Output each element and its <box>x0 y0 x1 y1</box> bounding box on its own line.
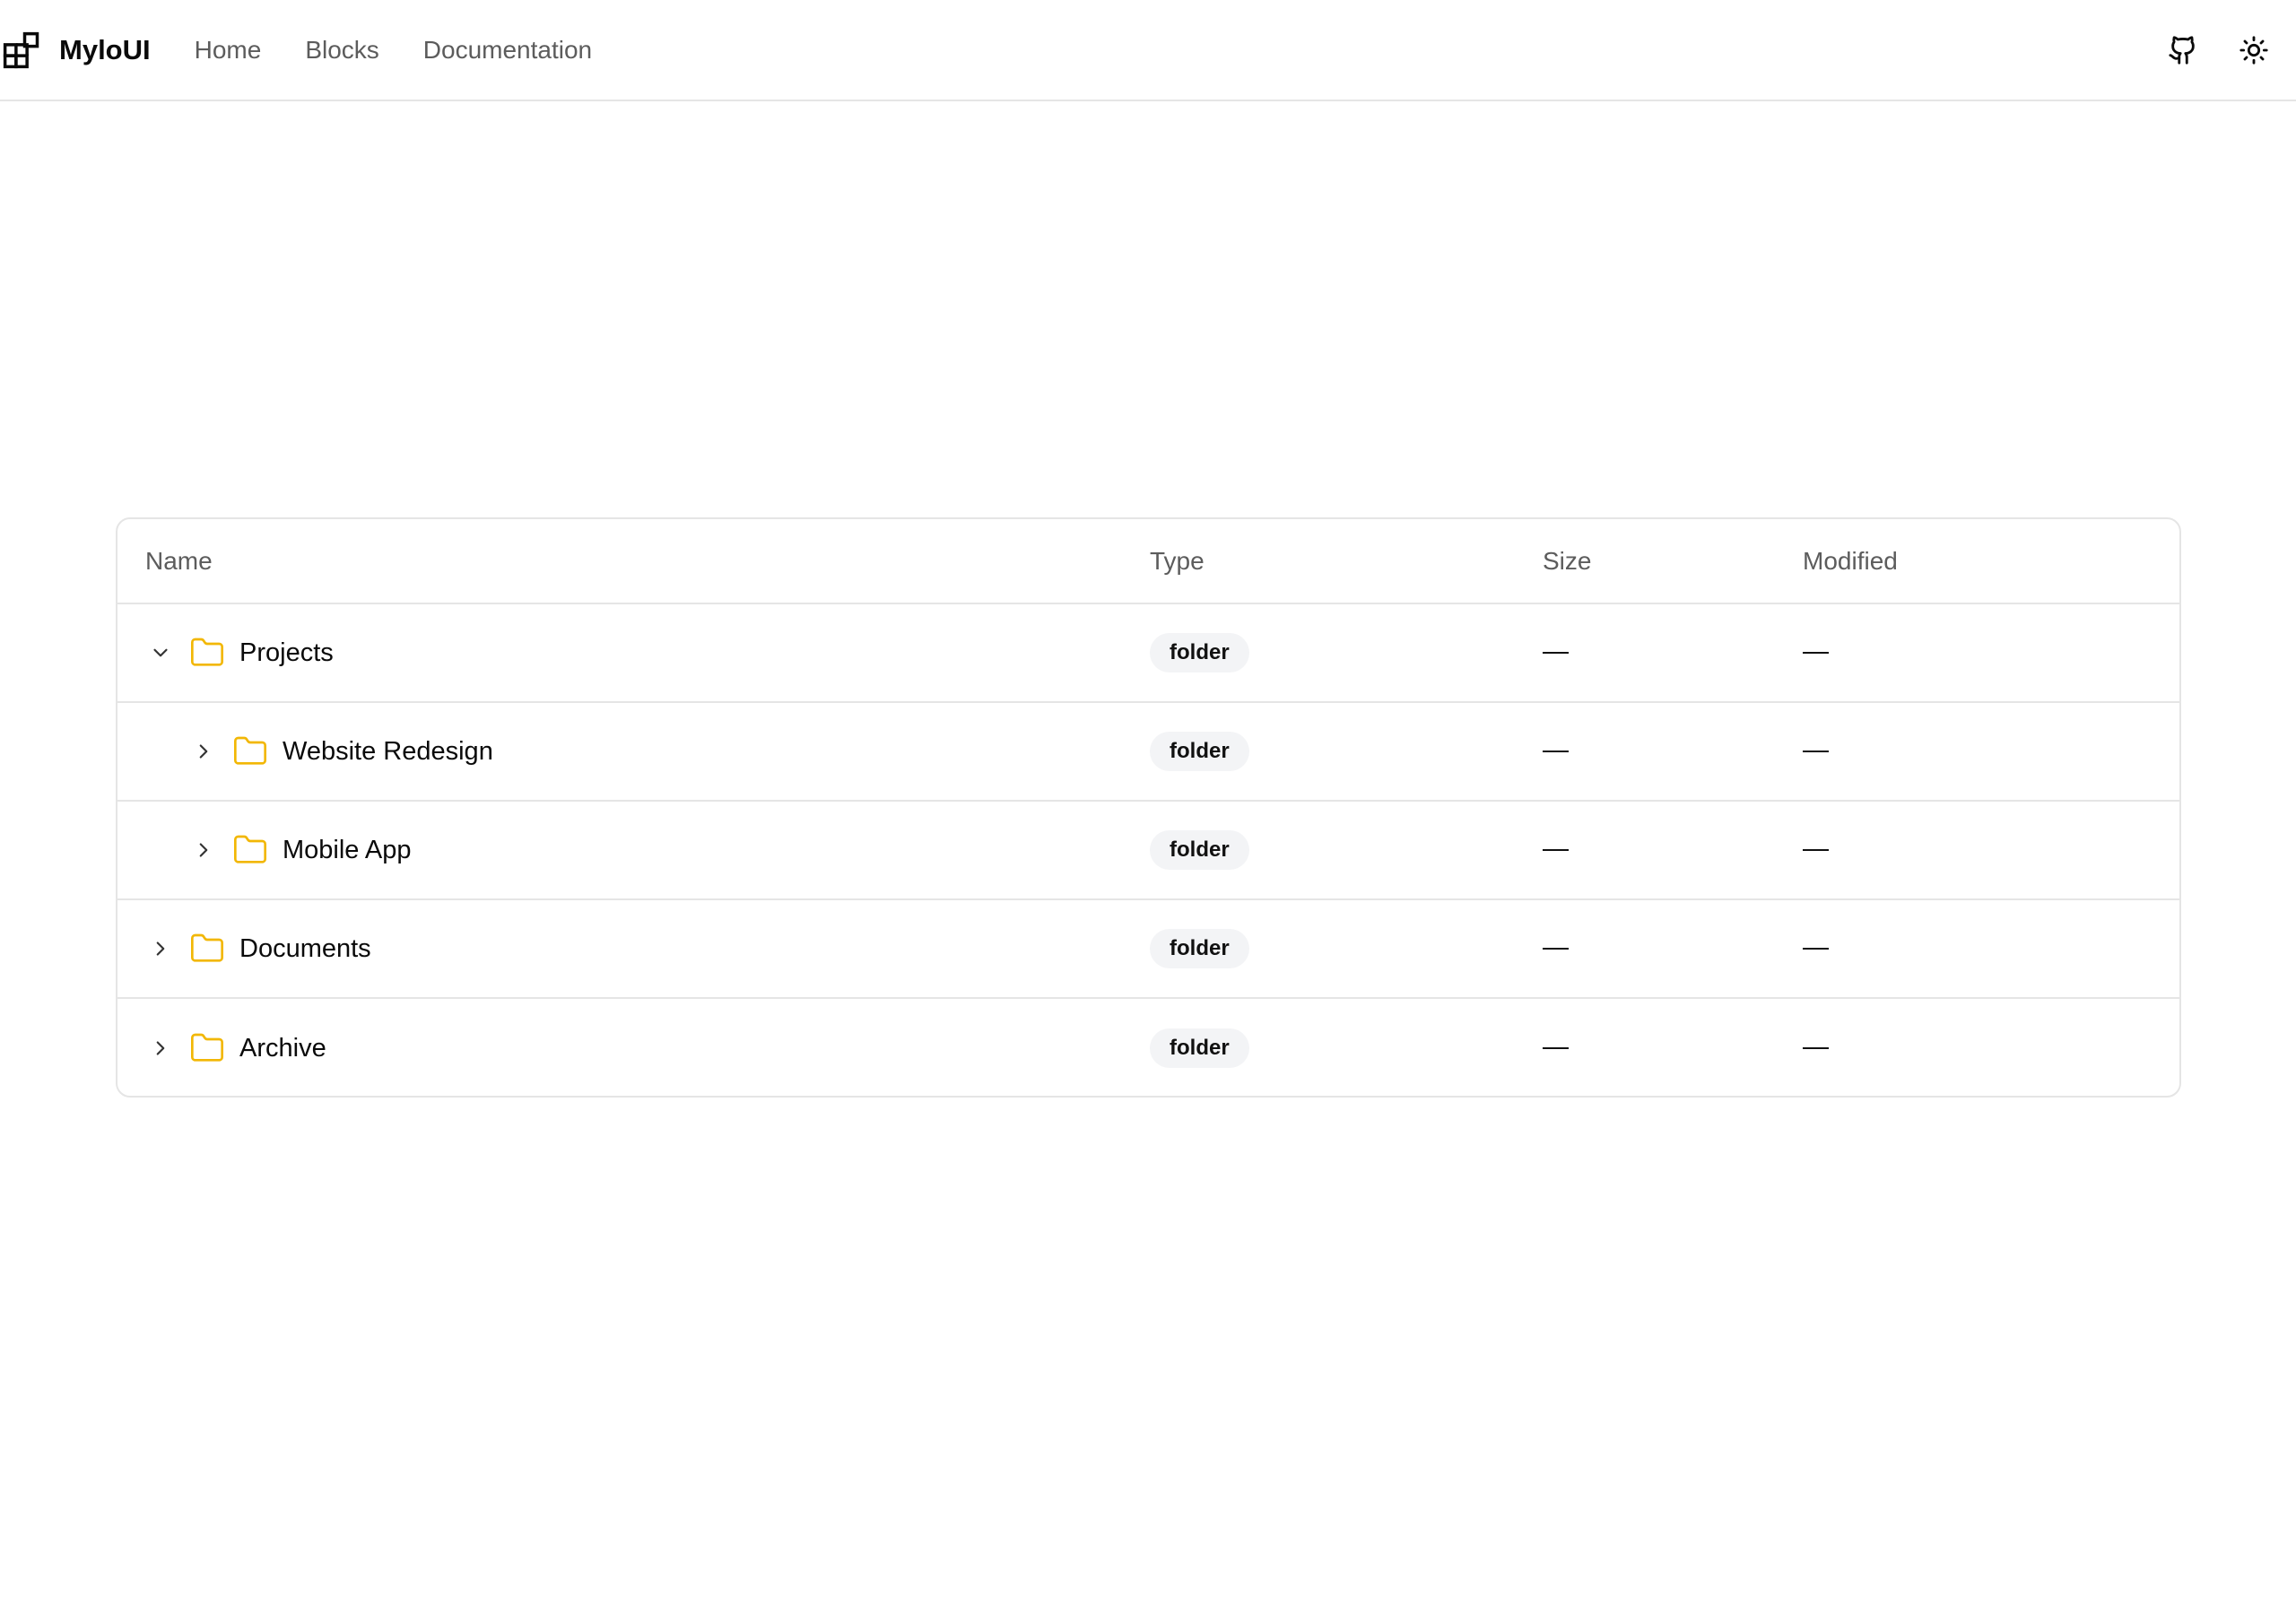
chevron-right-icon <box>156 1041 164 1055</box>
item-name: Mobile App <box>283 835 412 864</box>
size-empty-dash <box>1543 1047 1569 1049</box>
sun-icon <box>2239 35 2268 65</box>
column-header-type: Type <box>1150 546 1205 575</box>
type-cell: folder <box>1150 929 1543 968</box>
collapse-toggle[interactable] <box>145 638 175 668</box>
name-cell: Mobile App <box>117 832 1150 868</box>
size-empty-dash <box>1543 948 1569 950</box>
item-name: Archive <box>239 1033 326 1063</box>
item-name: Documents <box>239 933 371 963</box>
type-cell: folder <box>1150 732 1543 771</box>
size-cell <box>1543 1047 1803 1049</box>
folder-icon <box>232 832 268 868</box>
modified-cell <box>1803 849 2179 851</box>
modified-empty-dash <box>1803 948 1829 950</box>
item-name: Projects <box>239 638 334 667</box>
top-actions <box>2137 25 2296 75</box>
table-header: Name Type Size Modified <box>117 519 2179 604</box>
size-cell <box>1543 849 1803 851</box>
name-cell: Archive <box>117 1030 1150 1066</box>
nav-home-link[interactable]: Home <box>195 36 262 65</box>
modified-cell <box>1803 948 2179 950</box>
nav-documentation-link[interactable]: Documentation <box>423 36 592 65</box>
name-cell: Documents <box>117 931 1150 967</box>
modified-empty-dash <box>1803 751 1829 752</box>
name-cell: Projects <box>117 635 1150 671</box>
item-name: Website Redesign <box>283 736 493 766</box>
type-badge: folder <box>1150 1028 1249 1068</box>
blocks-logo-icon <box>3 31 39 68</box>
nav-blocks-link[interactable]: Blocks <box>305 36 378 65</box>
github-icon <box>2169 35 2195 65</box>
folder-icon <box>189 635 225 671</box>
folder-icon <box>189 1030 225 1066</box>
size-empty-dash <box>1543 652 1569 654</box>
brand[interactable]: MyloUI <box>3 31 151 69</box>
github-button[interactable] <box>2158 25 2208 75</box>
size-cell <box>1543 652 1803 654</box>
modified-empty-dash <box>1803 849 1829 851</box>
size-cell <box>1543 948 1803 950</box>
expand-toggle[interactable] <box>145 934 175 964</box>
table-row[interactable]: Mobile App folder <box>117 802 2179 900</box>
name-cell: Website Redesign <box>117 733 1150 769</box>
table-row[interactable]: Website Redesign folder <box>117 703 2179 802</box>
modified-cell <box>1803 652 2179 654</box>
size-empty-dash <box>1543 849 1569 851</box>
chevron-right-icon <box>199 744 207 759</box>
folder-icon <box>232 733 268 769</box>
type-badge: folder <box>1150 929 1249 968</box>
table-row[interactable]: Documents folder <box>117 900 2179 999</box>
chevron-right-icon <box>199 843 207 857</box>
theme-toggle-button[interactable] <box>2229 25 2279 75</box>
file-tree-table: Name Type Size Modified Projects folder <box>116 517 2181 1098</box>
expand-toggle[interactable] <box>188 836 218 865</box>
top-navbar: MyloUI Home Blocks Documentation <box>0 0 2296 101</box>
expand-toggle[interactable] <box>188 737 218 767</box>
table-row[interactable]: Archive folder <box>117 999 2179 1096</box>
type-cell: folder <box>1150 830 1543 870</box>
column-header-name: Name <box>145 546 213 575</box>
size-cell <box>1543 751 1803 752</box>
size-empty-dash <box>1543 751 1569 752</box>
type-badge: folder <box>1150 633 1249 672</box>
modified-cell <box>1803 751 2179 752</box>
type-badge: folder <box>1150 830 1249 870</box>
table-row[interactable]: Projects folder <box>117 604 2179 703</box>
chevron-down-icon <box>152 648 168 657</box>
folder-icon <box>189 931 225 967</box>
column-header-modified: Modified <box>1803 546 1898 575</box>
chevron-right-icon <box>156 941 164 956</box>
main-nav: Home Blocks Documentation <box>195 36 593 65</box>
type-cell: folder <box>1150 1028 1543 1068</box>
brand-name: MyloUI <box>59 33 151 65</box>
column-header-size: Size <box>1543 546 1592 575</box>
type-cell: folder <box>1150 633 1543 672</box>
expand-toggle[interactable] <box>145 1034 175 1063</box>
modified-empty-dash <box>1803 1047 1829 1049</box>
modified-empty-dash <box>1803 652 1829 654</box>
modified-cell <box>1803 1047 2179 1049</box>
type-badge: folder <box>1150 732 1249 771</box>
